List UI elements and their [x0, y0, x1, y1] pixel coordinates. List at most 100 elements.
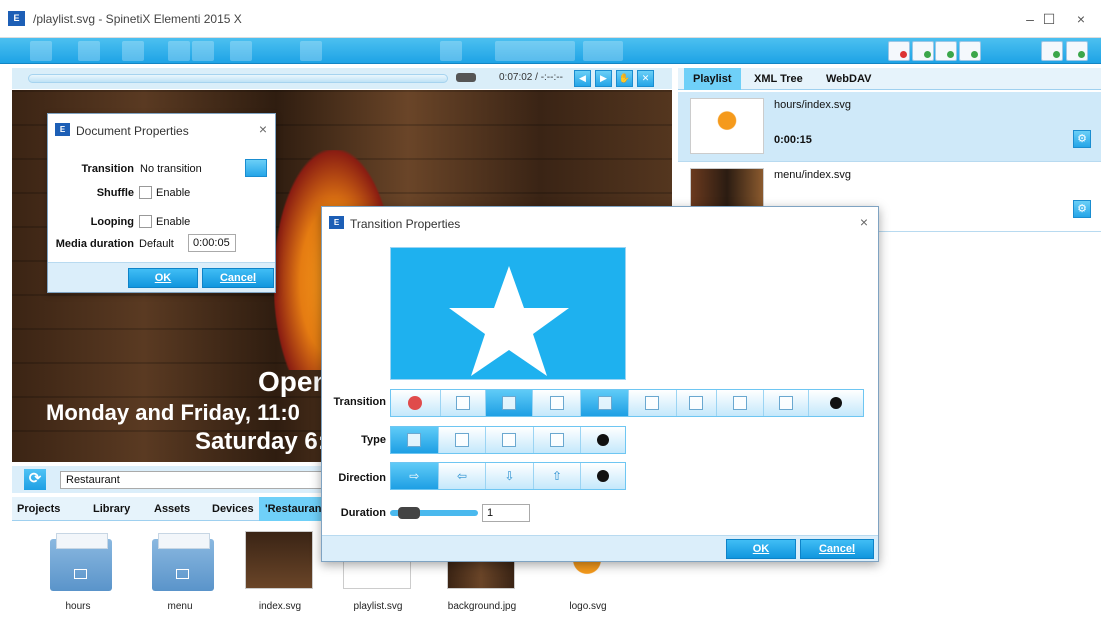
transition-option[interactable]	[676, 390, 717, 416]
play-icon[interactable]: ▶	[595, 70, 612, 87]
shuffle-checkbox[interactable]	[139, 186, 152, 199]
star-push-icon	[502, 396, 516, 410]
direction-right-option[interactable]: ⇨	[391, 463, 439, 489]
tab-playlist[interactable]: Playlist	[684, 68, 741, 90]
file-item[interactable]: index.svg	[240, 521, 320, 621]
app-icon: E	[55, 123, 70, 136]
type-option[interactable]	[533, 427, 582, 453]
playlist-item[interactable]: hours/index.svg 0:00:15 ⚙	[678, 92, 1101, 162]
media-duration-field[interactable]: 0:00:05	[188, 234, 236, 252]
copy-icon[interactable]	[192, 41, 214, 61]
transition-label: Transition	[81, 163, 134, 175]
media-duration-default: Default	[139, 238, 174, 250]
no-entry-icon	[408, 396, 423, 410]
transition-option[interactable]	[809, 390, 863, 416]
transition-option[interactable]	[764, 390, 810, 416]
app-icon: E	[8, 11, 25, 26]
tab-devices[interactable]: Devices	[212, 503, 254, 515]
transition-option[interactable]	[629, 390, 677, 416]
tab-projects[interactable]: Projects	[17, 503, 60, 515]
maximize-button[interactable]: ☐	[1034, 8, 1064, 30]
tab-library[interactable]: Library	[93, 503, 130, 515]
canvas-open-text: Open	[258, 366, 330, 397]
looping-checkbox[interactable]	[139, 215, 152, 228]
timecode: 0:07:02 / -:--:--	[499, 72, 563, 83]
file-name: playlist.svg	[353, 601, 403, 612]
tab-webdav[interactable]: WebDAV	[826, 73, 871, 85]
volume-icon[interactable]: ◀	[574, 70, 591, 87]
timeline-progress[interactable]	[28, 74, 448, 83]
ok-button[interactable]: OK	[726, 539, 796, 559]
timeline-knob[interactable]	[456, 73, 476, 82]
direction-left-option[interactable]: ⇦	[438, 463, 487, 489]
transition-option[interactable]	[581, 390, 629, 416]
gear-icon[interactable]: ⚙	[1073, 200, 1091, 218]
save-icon[interactable]	[122, 41, 144, 61]
gear-icon[interactable]: ⚙	[1073, 130, 1091, 148]
direction-down-option[interactable]: ⇩	[486, 463, 534, 489]
item-name: hours/index.svg	[774, 99, 852, 111]
add-text-icon[interactable]	[912, 41, 934, 61]
add-media-icon[interactable]	[959, 41, 981, 61]
file-item[interactable]: hours	[38, 521, 118, 621]
close-window-button[interactable]: ×	[1066, 8, 1096, 30]
direction-up-option[interactable]: ⇧	[533, 463, 582, 489]
path-input[interactable]: Restaurant	[60, 471, 322, 489]
dialog-footer: OK Cancel	[322, 535, 878, 561]
type-row-label: Type	[361, 434, 386, 446]
transition-option[interactable]	[485, 390, 534, 416]
transition-option[interactable]	[716, 390, 765, 416]
type-option[interactable]	[486, 427, 534, 453]
ok-button[interactable]: OK	[128, 268, 198, 288]
main-toolbar	[0, 38, 1101, 64]
font-select	[495, 41, 575, 61]
cancel-button[interactable]: Cancel	[202, 268, 274, 288]
file-name: logo.svg	[569, 601, 607, 612]
hand-icon[interactable]: ✋	[616, 70, 633, 87]
star-icon	[449, 266, 569, 376]
file-name: background.jpg	[447, 601, 517, 612]
tab-assets[interactable]: Assets	[154, 503, 190, 515]
star-slide-icon	[597, 396, 612, 410]
fade-icon	[779, 396, 794, 410]
window-title: /playlist.svg - SpinetiX Elementi 2015 X	[33, 12, 242, 26]
type-icon	[454, 433, 469, 447]
direction-selector: ⇨ ⇦ ⇩ ⇧	[390, 462, 626, 490]
stars-icon	[645, 396, 660, 410]
star-wipe-icon	[549, 396, 564, 410]
type-option[interactable]	[391, 427, 439, 453]
type-option[interactable]	[438, 427, 487, 453]
stop-icon[interactable]: ✕	[637, 70, 654, 87]
no-transition-option[interactable]	[391, 390, 441, 416]
refresh-icon[interactable]: ⟳	[24, 469, 46, 490]
direction-random-option[interactable]	[581, 463, 625, 489]
folder-icon	[152, 533, 214, 591]
file-item[interactable]: menu	[140, 521, 220, 621]
item-thumbnail	[690, 98, 764, 154]
duration-field[interactable]: 1	[482, 504, 530, 522]
menu-icon[interactable]	[30, 41, 52, 61]
cancel-button[interactable]: Cancel	[800, 539, 874, 559]
remove-page-icon[interactable]	[888, 41, 910, 61]
close-icon[interactable]: ×	[259, 121, 267, 137]
transition-option[interactable]	[533, 390, 582, 416]
media-duration-label: Media duration	[55, 238, 134, 250]
dialog-footer: OK Cancel	[48, 262, 275, 292]
dialog-titlebar: E Transition Properties ×	[322, 207, 878, 239]
document-icon[interactable]	[1041, 41, 1063, 61]
tab-xml-tree[interactable]: XML Tree	[754, 73, 803, 85]
cut-icon[interactable]	[168, 41, 190, 61]
close-icon[interactable]: ×	[860, 214, 868, 230]
folder-icon	[50, 533, 112, 591]
transition-option[interactable]	[440, 390, 486, 416]
type-option[interactable]	[581, 427, 625, 453]
duration-slider-knob[interactable]	[398, 507, 420, 519]
new-document-icon[interactable]	[78, 41, 100, 61]
add-layer-icon[interactable]	[935, 41, 957, 61]
canvas-hours-text: Monday and Friday, 11:0	[46, 400, 300, 425]
shuffle-enable-label: Enable	[156, 187, 191, 199]
properties-icon[interactable]	[1066, 41, 1088, 61]
edit-transition-button[interactable]	[245, 159, 267, 177]
transition-properties-dialog: E Transition Properties × Transition Typ…	[321, 206, 879, 562]
dialog-title: Document Properties	[76, 124, 189, 138]
